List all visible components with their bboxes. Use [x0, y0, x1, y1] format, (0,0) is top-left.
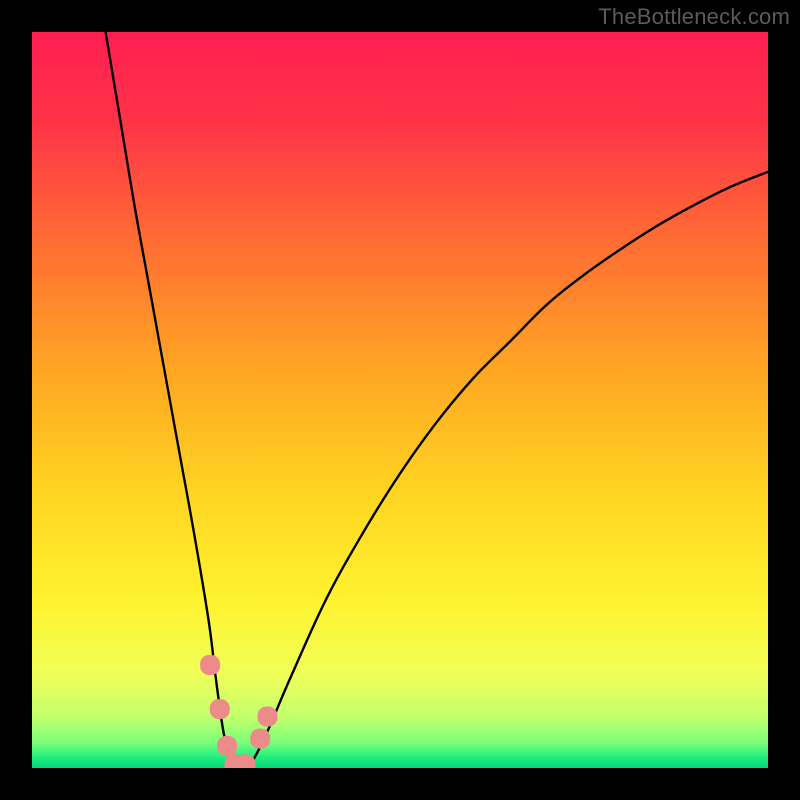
- plot-area: [32, 32, 768, 768]
- curve-marker: [217, 736, 237, 756]
- chart-frame: TheBottleneck.com: [0, 0, 800, 800]
- watermark-text: TheBottleneck.com: [598, 4, 790, 30]
- curve-marker: [200, 655, 220, 675]
- bottleneck-chart: [32, 32, 768, 768]
- curve-marker: [250, 729, 270, 749]
- curve-marker: [210, 699, 230, 719]
- gradient-background: [32, 32, 768, 768]
- curve-marker: [258, 707, 278, 727]
